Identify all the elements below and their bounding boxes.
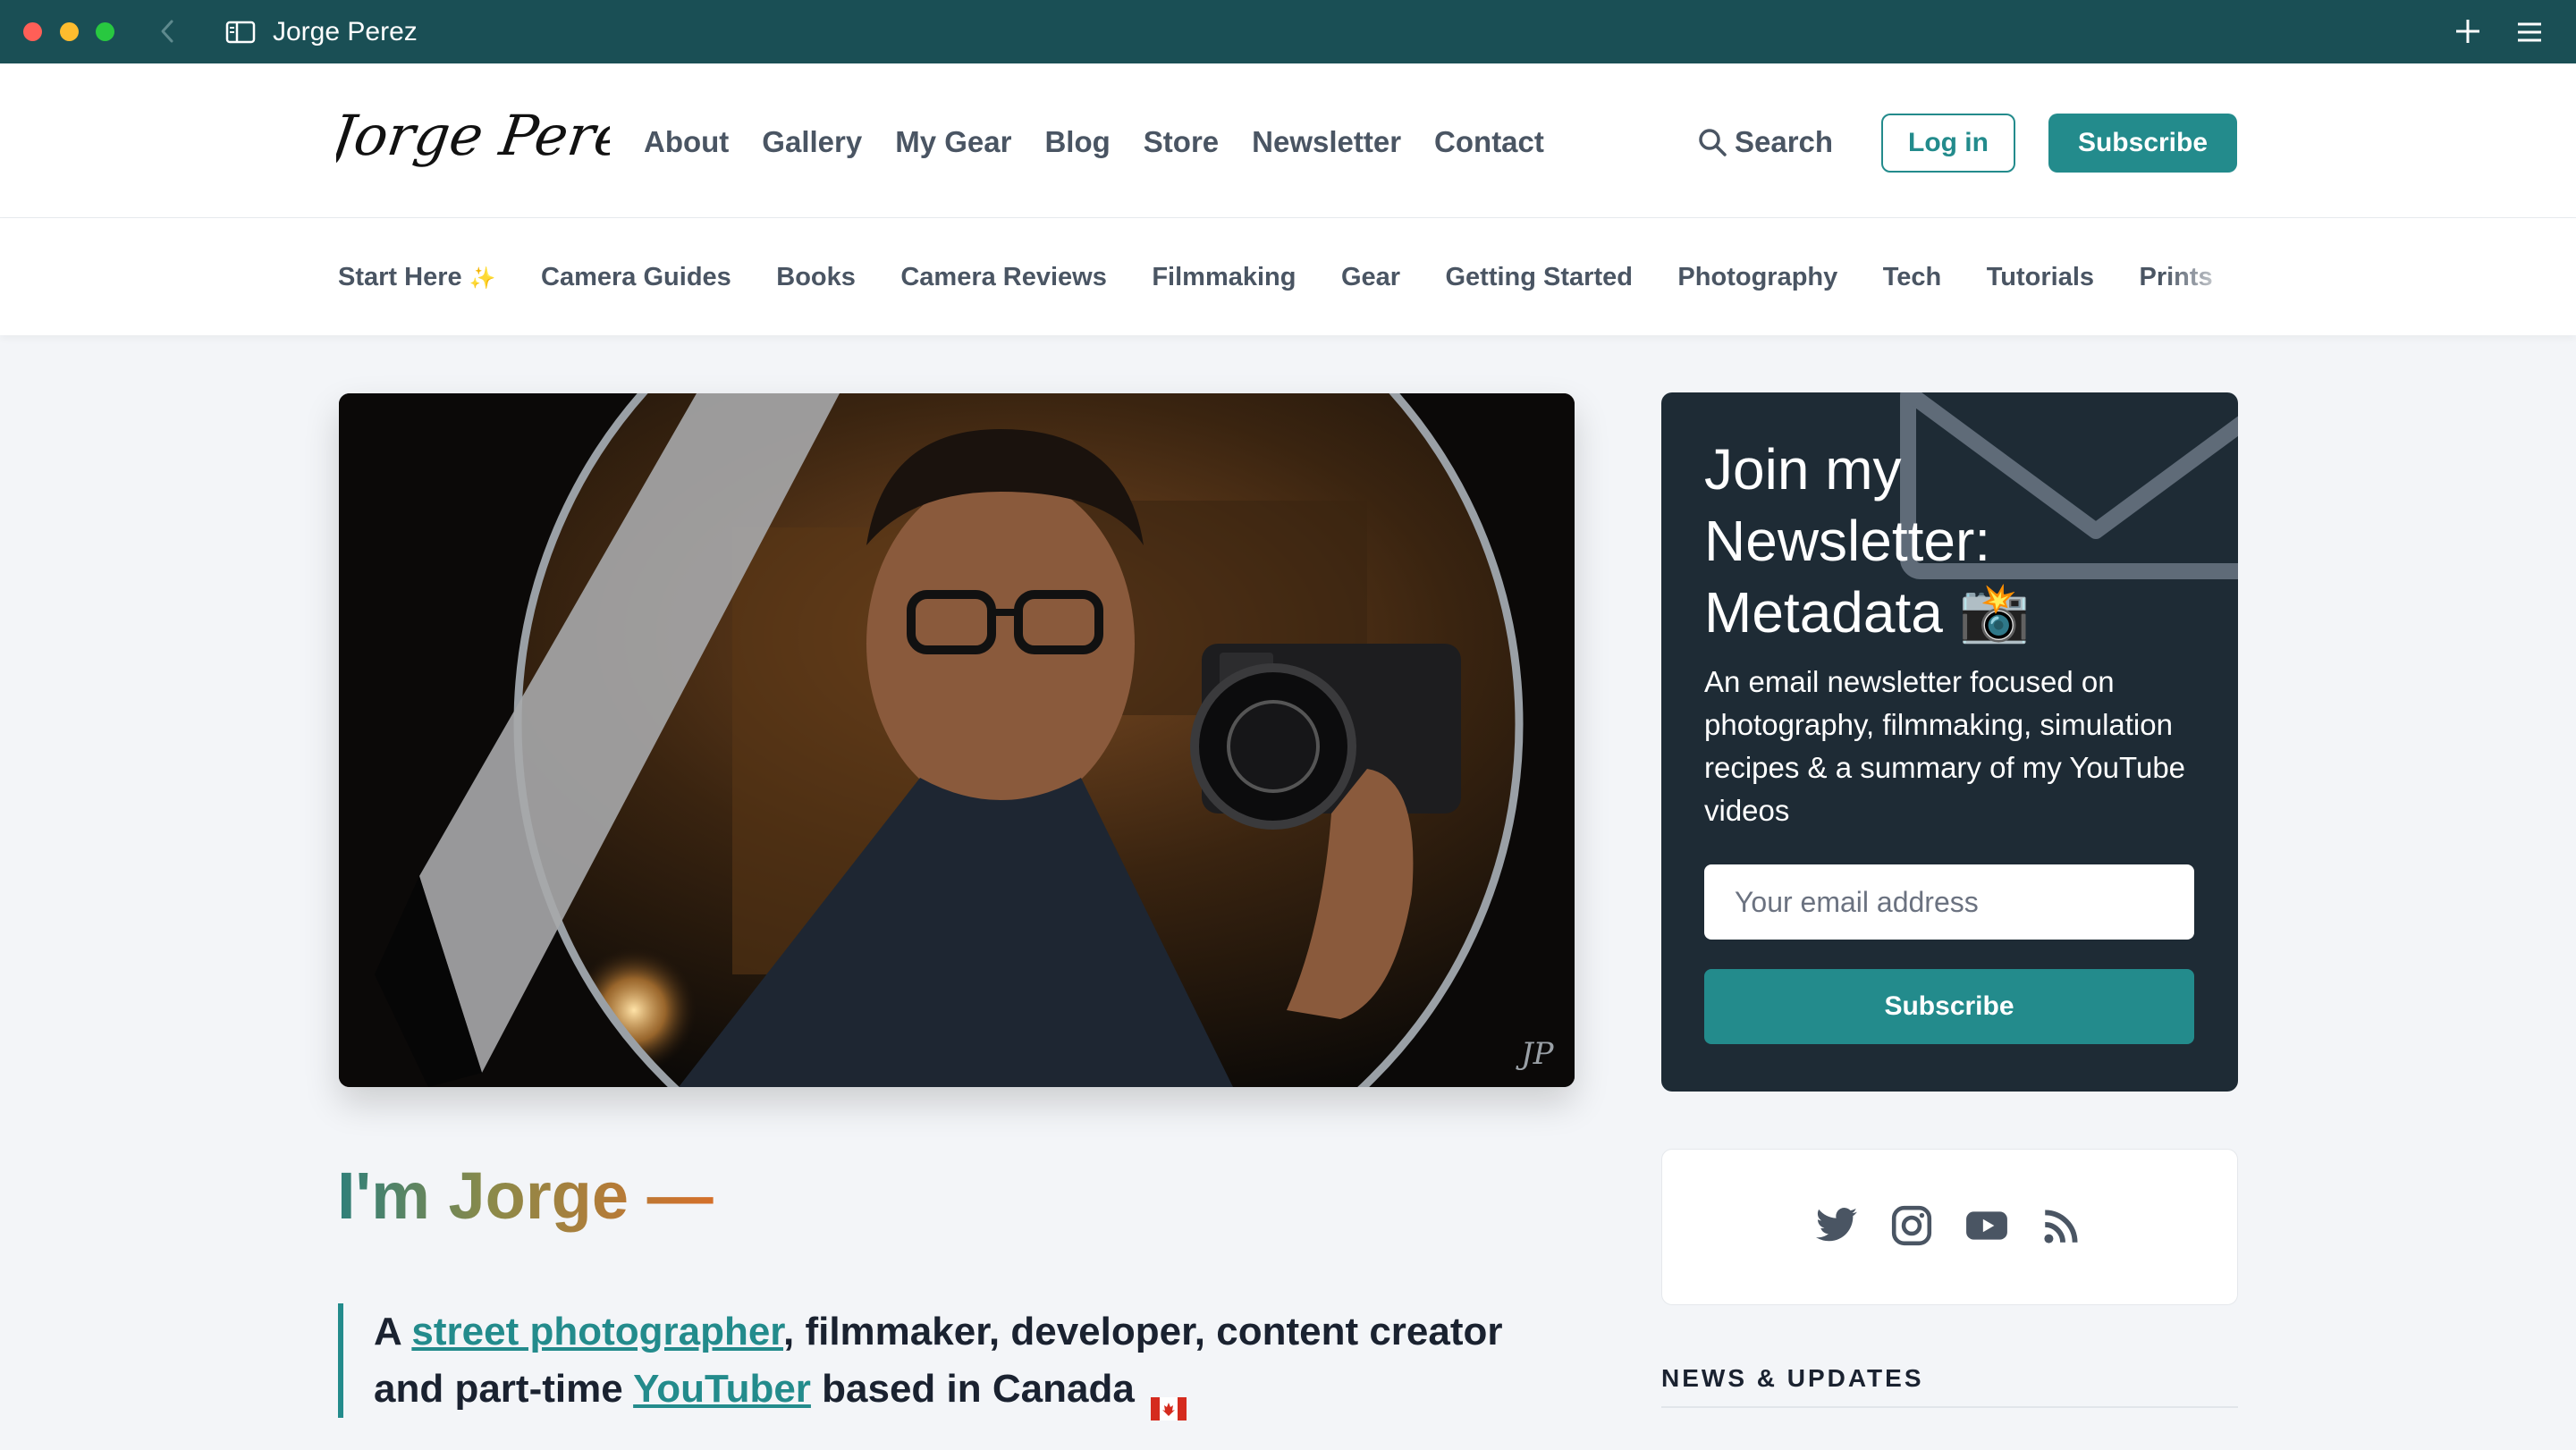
news-updates-heading: NEWS & UPDATES xyxy=(1661,1364,1924,1392)
newsletter-description: An email newsletter focused on photograp… xyxy=(1704,665,2186,827)
nav-gallery[interactable]: Gallery xyxy=(762,124,862,160)
logo-text: Jorge Perez xyxy=(336,103,610,168)
search-icon xyxy=(1699,129,1727,156)
sidebar-toggle-icon[interactable] xyxy=(225,21,256,44)
tab-title: Jorge Perez xyxy=(273,17,418,46)
email-field[interactable] xyxy=(1704,864,2194,940)
intro-quote: A street photographer, filmmaker, develo… xyxy=(338,1303,1572,1421)
nav-about[interactable]: About xyxy=(644,124,729,160)
category-start-here[interactable]: Start Here ✨ xyxy=(338,257,496,297)
category-books[interactable]: Books xyxy=(776,257,856,297)
category-filmmaking[interactable]: Filmmaking xyxy=(1152,257,1296,297)
youtuber-link[interactable]: YouTuber xyxy=(633,1367,811,1411)
nav-newsletter[interactable]: Newsletter xyxy=(1252,124,1401,160)
close-window-button[interactable] xyxy=(23,22,42,41)
category-bar: Start Here ✨ Camera Guides Books Camera … xyxy=(0,218,2576,335)
camera-flash-icon: 📸 xyxy=(1958,580,2031,645)
maximize-window-button[interactable] xyxy=(96,22,114,41)
instagram-icon[interactable] xyxy=(1889,1203,1934,1248)
newsletter-subscribe-button[interactable]: Subscribe xyxy=(1704,969,2194,1044)
youtube-icon[interactable] xyxy=(1964,1203,2009,1248)
hero-photo: JP xyxy=(339,393,1575,1087)
category-tech[interactable]: Tech xyxy=(1883,257,1942,297)
search-label: Search xyxy=(1735,125,1834,158)
twitter-icon[interactable] xyxy=(1814,1203,1859,1248)
category-tutorials[interactable]: Tutorials xyxy=(1987,257,2094,297)
minimize-window-button[interactable] xyxy=(60,22,79,41)
main-nav: About Gallery My Gear Blog Store Newslet… xyxy=(644,124,1577,160)
street-photographer-link[interactable]: street photographer xyxy=(411,1310,783,1353)
category-gear[interactable]: Gear xyxy=(1341,257,1400,297)
category-photography[interactable]: Photography xyxy=(1677,257,1837,297)
category-camera-guides[interactable]: Camera Guides xyxy=(541,257,731,297)
login-button[interactable]: Log in xyxy=(1881,114,2015,173)
subscribe-header-button[interactable]: Subscribe xyxy=(2048,114,2237,173)
hamburger-menu-icon[interactable] xyxy=(2516,20,2543,45)
newsletter-title-text: Join my Newsletter: Metadata xyxy=(1704,437,1991,645)
category-fade-overlay xyxy=(2164,254,2239,300)
canada-flag-icon xyxy=(1151,1379,1187,1421)
nav-contact[interactable]: Contact xyxy=(1434,124,1544,160)
back-arrow-icon[interactable] xyxy=(154,16,181,46)
browser-toolbar: Jorge Perez xyxy=(0,0,2576,63)
nav-my-gear[interactable]: My Gear xyxy=(895,124,1011,160)
category-list: Start Here ✨ Camera Guides Books Camera … xyxy=(338,257,2237,297)
rss-icon[interactable] xyxy=(2040,1203,2084,1248)
site-logo[interactable]: Jorge Perez xyxy=(318,96,663,185)
newsletter-card: Join my Newsletter: Metadata 📸 An email … xyxy=(1661,392,2238,1092)
quote-suffix: based in Canada xyxy=(810,1367,1135,1411)
newsletter-title: Join my Newsletter: Metadata 📸 xyxy=(1704,434,2187,648)
photo-watermark: JP xyxy=(1516,1036,1555,1072)
new-tab-icon[interactable] xyxy=(2453,16,2483,46)
search-button[interactable]: Search xyxy=(1697,124,1833,160)
intro-heading: I'm Jorge — xyxy=(337,1153,714,1239)
category-label: Start Here xyxy=(338,263,462,291)
social-links-card xyxy=(1661,1149,2238,1305)
sparkle-icon: ✨ xyxy=(469,266,496,291)
nav-store[interactable]: Store xyxy=(1144,124,1219,160)
divider xyxy=(1661,1406,2238,1408)
quote-prefix: A xyxy=(374,1310,412,1353)
category-getting-started[interactable]: Getting Started xyxy=(1446,257,1633,297)
site-header: Jorge Perez About Gallery My Gear Blog S… xyxy=(0,63,2576,218)
nav-blog[interactable]: Blog xyxy=(1044,124,1110,160)
category-camera-reviews[interactable]: Camera Reviews xyxy=(900,257,1107,297)
